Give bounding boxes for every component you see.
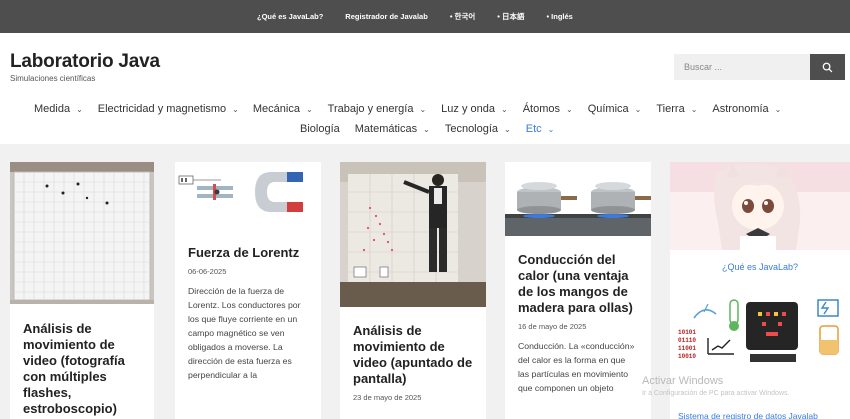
- post-card-lorentz[interactable]: Fuerza de Lorentz 06-06-2025 Dirección d…: [175, 162, 321, 419]
- post-excerpt: Dirección de la fuerza de Lorentz. Los c…: [188, 286, 301, 380]
- main-nav-row-1: Medida ⌄ Electricidad y magnetismo ⌄ Mecán…: [34, 103, 796, 115]
- main-nav-row-2: Biología Matemáticas ⌄ Tecnología ⌄ Etc ⌄: [300, 123, 569, 135]
- search-icon: [822, 62, 833, 72]
- chevron-down-icon: ⌄: [501, 104, 508, 114]
- windows-activation-watermark: Activar Windows: [642, 375, 724, 387]
- post-title[interactable]: Análisis de movimiento de video (apuntad…: [353, 323, 473, 387]
- post-thumbnail-grid-board[interactable]: [10, 162, 154, 304]
- nav-item-tecnologia[interactable]: Tecnología ⌄: [445, 123, 511, 135]
- nav-item-tierra[interactable]: Tierra ⌄: [656, 103, 697, 115]
- post-date: 06-06-2025: [188, 267, 227, 276]
- nav-item-trabajo-energia[interactable]: Trabajo y energía ⌄: [328, 103, 427, 115]
- top-links: ¿Qué es JavaLab? Registrador de Javalab …: [257, 0, 573, 33]
- pots-on-stove-image: [505, 162, 651, 236]
- site-title[interactable]: Laboratorio Java: [10, 51, 160, 73]
- top-link-korean[interactable]: • 한국어: [450, 11, 475, 22]
- top-bar: ¿Qué es JavaLab? Registrador de Javalab …: [0, 0, 850, 33]
- search-input[interactable]: Buscar ...: [674, 54, 810, 80]
- site-header: Laboratorio Java Simulaciones científica…: [0, 33, 850, 144]
- post-card-heat-conduction[interactable]: Conducción del calor (una ventaja de los…: [505, 162, 651, 419]
- site-tagline: Simulaciones científicas: [10, 74, 96, 83]
- nav-item-electricidad[interactable]: Electricidad y magnetismo ⌄: [98, 103, 239, 115]
- chevron-down-icon: ⌄: [76, 104, 83, 114]
- chevron-down-icon: ⌄: [419, 104, 427, 114]
- windows-activation-subtext: Ir a Configuración de PC para activar Wi…: [642, 390, 790, 397]
- presenter-image: [340, 162, 486, 307]
- nav-item-label: Trabajo y energía: [327, 103, 414, 115]
- post-thumbnail-presenter[interactable]: [340, 162, 486, 307]
- chevron-down-icon: ⌄: [423, 124, 430, 134]
- nav-item-mecanica[interactable]: Mecánica ⌄: [253, 103, 313, 115]
- binary-line: 01110: [678, 337, 696, 344]
- magnet-rail-image: [175, 162, 321, 228]
- chevron-down-icon: ⌄: [690, 104, 698, 114]
- post-date: 16 de mayo de 2025: [518, 322, 587, 331]
- post-excerpt: Conducción. La «conducción» del calor es…: [518, 341, 635, 393]
- post-card-video-pointing[interactable]: Análisis de movimiento de video (apuntad…: [340, 162, 486, 419]
- nav-item-quimica[interactable]: Química ⌄: [588, 103, 642, 115]
- nav-item-etc[interactable]: Etc ⌄: [526, 123, 555, 135]
- post-title[interactable]: Fuerza de Lorentz: [188, 245, 308, 261]
- nav-item-luz-onda[interactable]: Luz y onda ⌄: [441, 103, 508, 115]
- binary-line: 10010: [678, 353, 696, 360]
- nav-item-label: Matemáticas: [354, 123, 418, 135]
- chevron-down-icon: ⌄: [232, 104, 239, 114]
- nav-item-label: Tecnología: [444, 123, 499, 135]
- nav-item-medida[interactable]: Medida ⌄: [34, 103, 83, 115]
- grid-board-image: [10, 162, 154, 304]
- nav-item-atomos[interactable]: Átomos ⌄: [523, 103, 573, 115]
- nav-item-label: Química: [587, 103, 629, 115]
- nav-item-label: Etc: [525, 123, 542, 135]
- chevron-down-icon: ⌄: [305, 104, 313, 114]
- top-link-japanese[interactable]: • 日本語: [497, 11, 524, 22]
- post-thumbnail-pots[interactable]: [505, 162, 651, 236]
- nav-item-label: Electricidad y magnetismo: [97, 103, 227, 115]
- top-link-english[interactable]: • Inglés: [546, 12, 572, 21]
- binary-line: 10101: [678, 329, 696, 336]
- top-link-javalab-logger[interactable]: Registrador de Javalab: [345, 12, 428, 21]
- nav-item-label: Átomos: [522, 103, 560, 115]
- nav-item-label: Astronomía: [712, 103, 769, 115]
- chevron-down-icon: ⌄: [547, 124, 555, 134]
- post-date: 23 de mayo de 2025: [353, 393, 422, 402]
- nav-item-label: Medida: [34, 103, 71, 115]
- chevron-down-icon: ⌄: [566, 104, 573, 114]
- post-card-video-strobe[interactable]: Análisis de movimiento de video (fotogra…: [10, 162, 154, 419]
- nav-item-astronomia[interactable]: Astronomía ⌄: [712, 103, 781, 115]
- anime-mascot-image: [670, 162, 850, 250]
- nav-item-biologia[interactable]: Biología: [300, 123, 340, 135]
- search-form: Buscar ...: [674, 54, 845, 80]
- chevron-down-icon: ⌄: [504, 124, 511, 134]
- nav-item-label: Luz y onda: [441, 103, 495, 115]
- javalab-caption[interactable]: ¿Qué es JavaLab?: [670, 262, 850, 272]
- search-button[interactable]: [810, 54, 845, 80]
- nav-item-label: Tierra: [656, 103, 685, 115]
- post-thumbnail-lorentz[interactable]: [175, 162, 321, 228]
- post-title[interactable]: Conducción del calor (una ventaja de los…: [518, 252, 638, 316]
- post-title[interactable]: Análisis de movimiento de video (fotogra…: [23, 321, 141, 417]
- javalab-banner[interactable]: [670, 162, 850, 250]
- nav-item-matematicas[interactable]: Matemáticas ⌄: [355, 123, 430, 135]
- nav-item-label: Mecánica: [252, 103, 300, 115]
- nav-item-label: Biología: [300, 123, 340, 135]
- data-logger-caption[interactable]: Sistema de registro de datos Javalab: [678, 411, 818, 419]
- chevron-down-icon: ⌄: [634, 104, 642, 114]
- binary-line: 11001: [678, 345, 696, 352]
- chevron-down-icon: ⌄: [774, 104, 782, 114]
- top-link-what-is-javalab[interactable]: ¿Qué es JavaLab?: [257, 12, 323, 21]
